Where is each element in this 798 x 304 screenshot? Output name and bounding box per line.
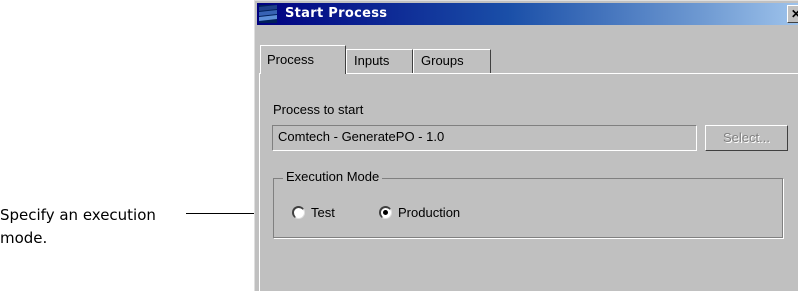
process-to-start-label: Process to start	[273, 102, 364, 117]
production-radio-label[interactable]: Production	[398, 205, 460, 220]
window-title: Start Process	[285, 6, 388, 21]
production-radio-icon[interactable]	[379, 206, 392, 219]
process-to-start-field[interactable]: Comtech - GeneratePO - 1.0	[272, 125, 697, 151]
callout-line-1: Specify an execution	[0, 206, 156, 224]
app-icon	[259, 5, 277, 23]
tab-process[interactable]: Process	[260, 45, 346, 74]
close-icon[interactable]: ✕	[787, 5, 798, 23]
callout-line-2: mode.	[0, 229, 48, 247]
title-bar[interactable]: Start Process ✕	[257, 3, 798, 25]
start-process-dialog: Start Process ✕ Process Inputs Groups Pr…	[254, 0, 798, 304]
tab-groups[interactable]: Groups	[413, 49, 491, 73]
tab-inputs-label: Inputs	[354, 53, 390, 68]
tab-process-label: Process	[267, 52, 314, 67]
tab-groups-label: Groups	[421, 53, 464, 68]
execution-mode-legend: Execution Mode	[283, 169, 383, 184]
test-radio-label[interactable]: Test	[311, 205, 335, 220]
select-button[interactable]: Select...	[705, 125, 788, 151]
test-radio-icon[interactable]	[292, 206, 305, 219]
callout-text: Specify an execution mode.	[0, 204, 190, 250]
tab-inputs[interactable]: Inputs	[346, 49, 413, 73]
execution-mode-group	[273, 178, 783, 238]
